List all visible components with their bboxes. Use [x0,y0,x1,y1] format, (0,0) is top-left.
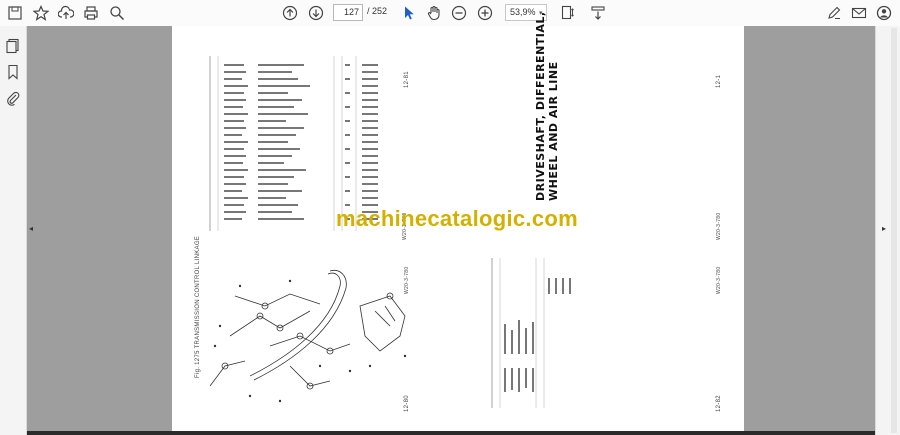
vertical-scrollbar[interactable] [891,28,897,433]
section-heading: DRIVESHAFT, DIFFERENTIAL, WHEEL AND AIR … [534,11,560,201]
save-icon[interactable] [5,3,25,23]
zoom-in-icon[interactable] [475,3,495,23]
left-sidebar [0,26,27,435]
bookmarks-icon[interactable] [3,62,23,82]
doc-code-top: W20-3-780 [716,212,722,240]
page-fit-icon[interactable] [558,3,578,23]
page-number-input[interactable]: 127 [333,4,363,21]
linkage-diagram [190,266,430,416]
parts-table-right [478,258,578,408]
page-number-top: 12-81 [404,71,410,88]
parts-table-left [196,56,436,231]
zoom-out-icon[interactable] [449,3,469,23]
previous-page-icon[interactable] [280,3,300,23]
attachment-icon[interactable] [3,88,23,108]
heading-line-2: WHEEL AND AIR LINE [547,61,560,201]
page-total: / 252 [367,6,388,16]
collapse-right-icon[interactable]: ▸ [882,224,886,233]
print-icon[interactable] [81,3,101,23]
bottom-edge [27,431,875,435]
right-panel-strip [875,26,900,435]
collapse-left-icon[interactable]: ◂ [29,224,33,233]
account-icon[interactable] [874,3,894,23]
watermark-text: machinecatalogic.com [336,206,578,231]
next-page-icon[interactable] [306,3,326,23]
doc-code-bottom: W20-3-780 [404,266,410,294]
page-number-bottom: 12-82 [716,395,722,412]
bookmark-star-icon[interactable] [31,3,51,23]
page-number-bottom: 12-80 [404,395,410,412]
page-number-top: 12-1 [716,74,722,88]
hand-tool-icon[interactable] [424,3,444,23]
page-thumbnails-icon[interactable] [3,36,23,56]
toolbar: 127 / 252 53,9% ▾ [0,0,900,27]
doc-code-bottom: W20-3-780 [716,266,722,294]
select-cursor-icon[interactable] [399,3,419,23]
scroll-mode-icon[interactable] [588,3,608,23]
zoom-search-icon[interactable] [107,3,127,23]
cloud-upload-icon[interactable] [56,3,76,23]
sign-pen-icon[interactable] [824,3,844,23]
figure-caption: Fig. 1275 TRANSMISSION CONTROL LINKAGE [195,235,201,378]
heading-line-1: DRIVESHAFT, DIFFERENTIAL, [534,11,547,201]
email-icon[interactable] [849,3,869,23]
